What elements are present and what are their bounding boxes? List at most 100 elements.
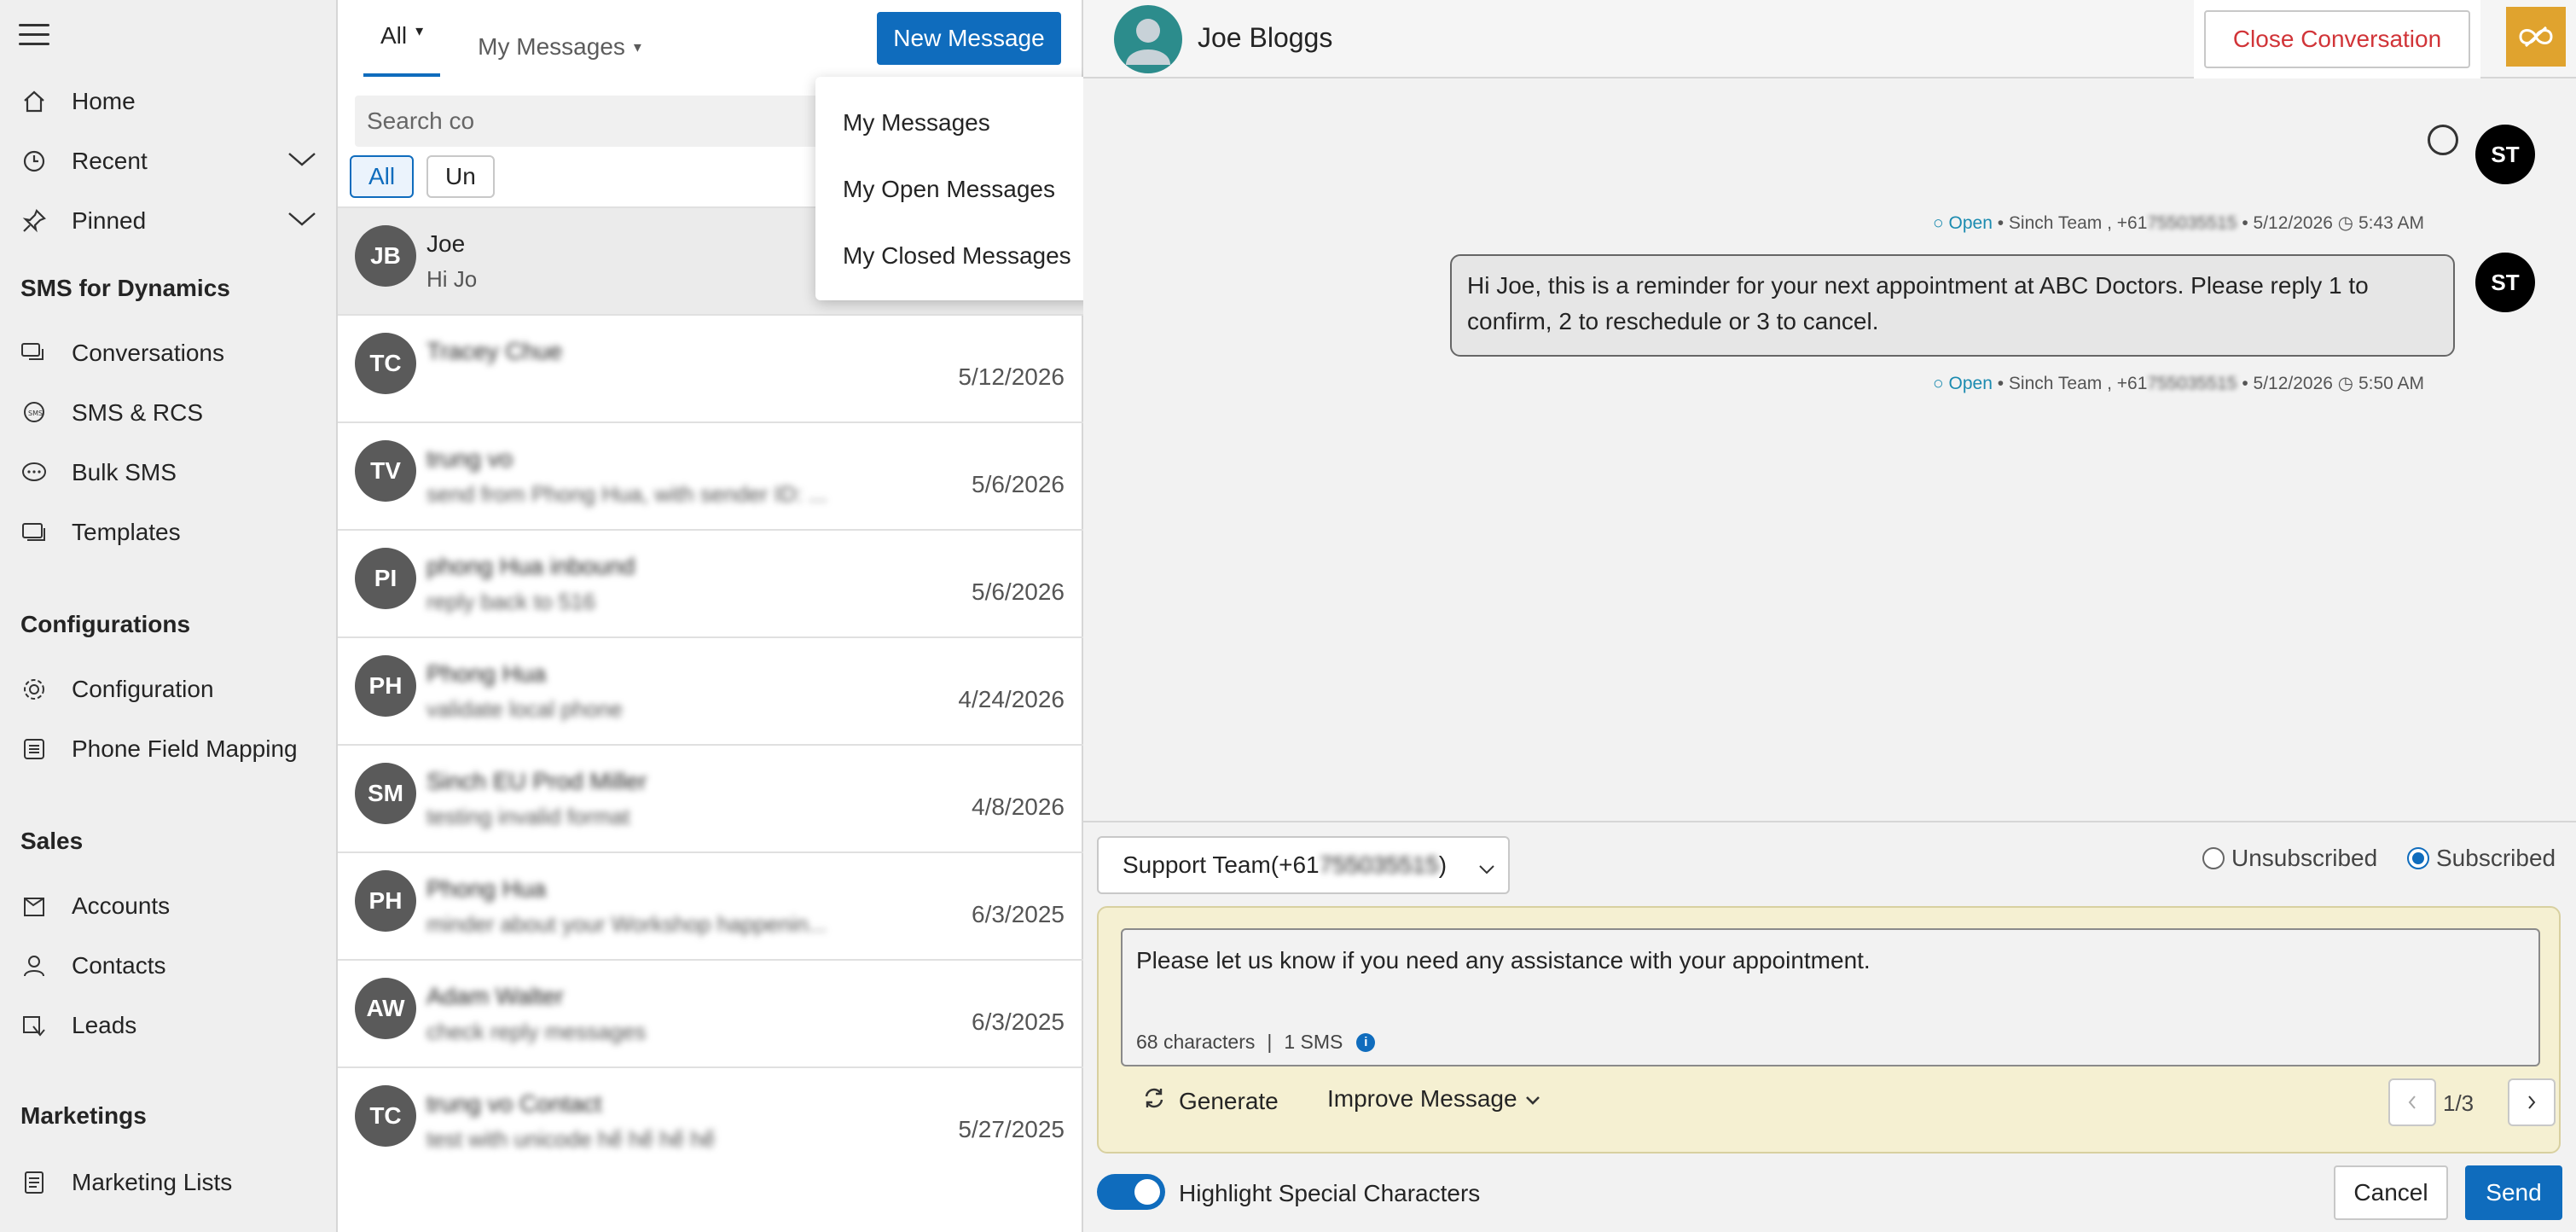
- avatar: AW: [355, 978, 416, 1039]
- send-button[interactable]: Send: [2465, 1165, 2562, 1220]
- filter-chip-unread[interactable]: Un: [426, 155, 495, 198]
- sidebar-item-bulk-sms[interactable]: Bulk SMS: [19, 451, 317, 494]
- tab-label: My Messages: [478, 33, 625, 60]
- section-header-sms: SMS for Dynamics: [20, 275, 230, 301]
- brand-logo-icon[interactable]: [2506, 7, 2566, 67]
- dropdown-item-my-messages[interactable]: My Messages: [843, 109, 990, 137]
- sidebar-item-label: Accounts: [72, 892, 171, 919]
- list-item[interactable]: PI phong Hua inbound reply back to 516 5/6/…: [338, 529, 1083, 636]
- new-message-button[interactable]: New Message: [877, 12, 1061, 65]
- conversation-date: 4/8/2026: [972, 793, 1065, 820]
- conversation-name: Phong Hua: [426, 875, 547, 902]
- list-tabs: All ▾ My Messages ▾: [363, 15, 659, 78]
- pager-indicator: 1/3: [2443, 1090, 2474, 1116]
- sidebar-item-recent[interactable]: Recent: [19, 140, 317, 183]
- sidebar-item-label: Home: [72, 88, 136, 114]
- list-item[interactable]: TC Tracey Chue 5/12/2026: [338, 314, 1083, 421]
- generate-label: Generate: [1179, 1087, 1279, 1114]
- hamburger-menu-icon[interactable]: [19, 24, 49, 46]
- home-icon: [19, 86, 49, 117]
- chevron-down-icon[interactable]: [287, 148, 317, 176]
- previous-page-button[interactable]: [2388, 1078, 2436, 1126]
- sender-label: Support Team(+61: [1123, 851, 1320, 878]
- list-item[interactable]: TC trung vo Contact test with unicode hế h…: [338, 1066, 1083, 1174]
- sidebar-item-marketing-lists[interactable]: Marketing Lists: [19, 1161, 317, 1204]
- sms-icon: SMS: [19, 398, 49, 428]
- sidebar-item-contacts[interactable]: Contacts: [19, 944, 317, 987]
- message-status: Open: [1948, 374, 1993, 393]
- sidebar-item-accounts[interactable]: Accounts: [19, 885, 317, 927]
- tab-label: All: [380, 22, 408, 49]
- message-date: • 5/12/2026: [2237, 374, 2338, 393]
- generate-button[interactable]: Generate: [1141, 1085, 1279, 1117]
- character-counter: 68 characters | 1 SMS i: [1136, 1031, 1376, 1054]
- sidebar-item-pinned[interactable]: Pinned: [19, 200, 317, 242]
- cancel-button[interactable]: Cancel: [2334, 1165, 2448, 1220]
- next-page-button[interactable]: [2508, 1078, 2556, 1126]
- gear-icon: [19, 674, 49, 705]
- tab-my-messages[interactable]: My Messages ▾: [461, 15, 659, 78]
- sender-select[interactable]: Support Team(+61 755035515): [1097, 836, 1510, 894]
- status-icon: ○: [1933, 213, 1949, 233]
- sidebar-item-sms-rcs[interactable]: SMS SMS & RCS: [19, 392, 317, 434]
- dropdown-item-my-closed-messages[interactable]: My Closed Messages: [843, 242, 1071, 270]
- draft-text: Please let us know if you need any assis…: [1136, 947, 1871, 973]
- message-input[interactable]: Please let us know if you need any assis…: [1121, 928, 2540, 1066]
- conversation-name: trung vo: [426, 445, 513, 472]
- contact-name: Joe Bloggs: [1198, 22, 1333, 53]
- sidebar-item-label: Marketing Lists: [72, 1169, 233, 1195]
- chevron-down-icon: ▾: [633, 38, 641, 55]
- list-item[interactable]: TV trung vo send from Phong Hua, with send…: [338, 421, 1083, 529]
- message-attachment-icon[interactable]: [2428, 125, 2458, 155]
- message-meta: ○ Open • Sinch Team , +61755035515 • 5/1…: [1933, 212, 2424, 234]
- chevron-down-icon[interactable]: [287, 208, 317, 235]
- close-conversation-button[interactable]: Close Conversation: [2204, 10, 2470, 68]
- list-item[interactable]: SM Sinch EU Prod Miller testing invalid fo…: [338, 744, 1083, 851]
- leads-icon: [19, 1010, 49, 1041]
- search-placeholder: Search co: [367, 108, 475, 134]
- mapping-icon: [19, 734, 49, 764]
- tab-all[interactable]: All ▾: [363, 15, 441, 77]
- conversation-name: Phong Hua: [426, 660, 547, 687]
- chevron-down-icon: [1524, 1085, 1541, 1113]
- bulk-sms-icon: [19, 457, 49, 488]
- section-header-marketings: Marketings: [20, 1102, 147, 1129]
- filter-chip-all[interactable]: All: [350, 155, 415, 198]
- list-item[interactable]: AW Adam Walter check reply messages 6/3/202…: [338, 959, 1083, 1066]
- chat-header: Joe Bloggs Close Conversation: [1083, 0, 2576, 78]
- list-item[interactable]: PH Phong Hua validate local phone 4/24/2026: [338, 636, 1083, 744]
- conversation-date: 6/3/2025: [972, 1008, 1065, 1035]
- separator: |: [1267, 1031, 1273, 1053]
- sidebar-item-templates[interactable]: Templates: [19, 511, 317, 554]
- avatar: TC: [355, 1085, 416, 1147]
- sidebar-item-configuration[interactable]: Configuration: [19, 668, 317, 711]
- dropdown-item-my-open-messages[interactable]: My Open Messages: [843, 176, 1055, 203]
- conversation-name: trung vo Contact: [426, 1090, 602, 1117]
- sidebar-item-conversations[interactable]: Conversations: [19, 332, 317, 375]
- conversation-date: 4/24/2026: [958, 686, 1065, 712]
- unsubscribed-radio[interactable]: Unsubscribed: [2202, 845, 2377, 872]
- sidebar-item-leads[interactable]: Leads: [19, 1004, 317, 1047]
- sidebar-item-label: Templates: [72, 519, 181, 545]
- masked-phone: 755035515: [2147, 213, 2237, 233]
- sidebar-item-phone-field-mapping[interactable]: Phone Field Mapping: [19, 728, 317, 770]
- sidebar-item-home[interactable]: Home: [19, 80, 317, 123]
- clock-icon: ◷: [2337, 374, 2358, 393]
- message-time: 5:43 AM: [2358, 213, 2425, 233]
- info-icon[interactable]: i: [1356, 1032, 1376, 1052]
- sidebar: Home Recent Pinned SMS for Dynamics Conv…: [0, 0, 338, 1232]
- highlight-special-characters-toggle[interactable]: [1097, 1174, 1165, 1210]
- conversation-date: 5/27/2025: [958, 1116, 1065, 1142]
- sidebar-item-label: Pinned: [72, 207, 147, 234]
- message-sender: • Sinch Team , +61: [1992, 213, 2148, 233]
- list-item[interactable]: PH Phong Hua minder about your Workshop ha…: [338, 851, 1083, 959]
- subscribed-radio[interactable]: Subscribed: [2407, 845, 2556, 872]
- message-bubble: Hi Joe, this is a reminder for your next…: [1450, 254, 2455, 357]
- avatar: JB: [355, 225, 416, 287]
- improve-message-button[interactable]: Improve Message: [1327, 1085, 1541, 1113]
- conversation-list-panel: All ▾ My Messages ▾ New Message Search co …: [338, 0, 1189, 1232]
- svg-text:SMS: SMS: [28, 410, 43, 417]
- pin-icon: [19, 206, 49, 236]
- list-icon: [19, 1167, 49, 1198]
- message-time: 5:50 AM: [2358, 374, 2425, 393]
